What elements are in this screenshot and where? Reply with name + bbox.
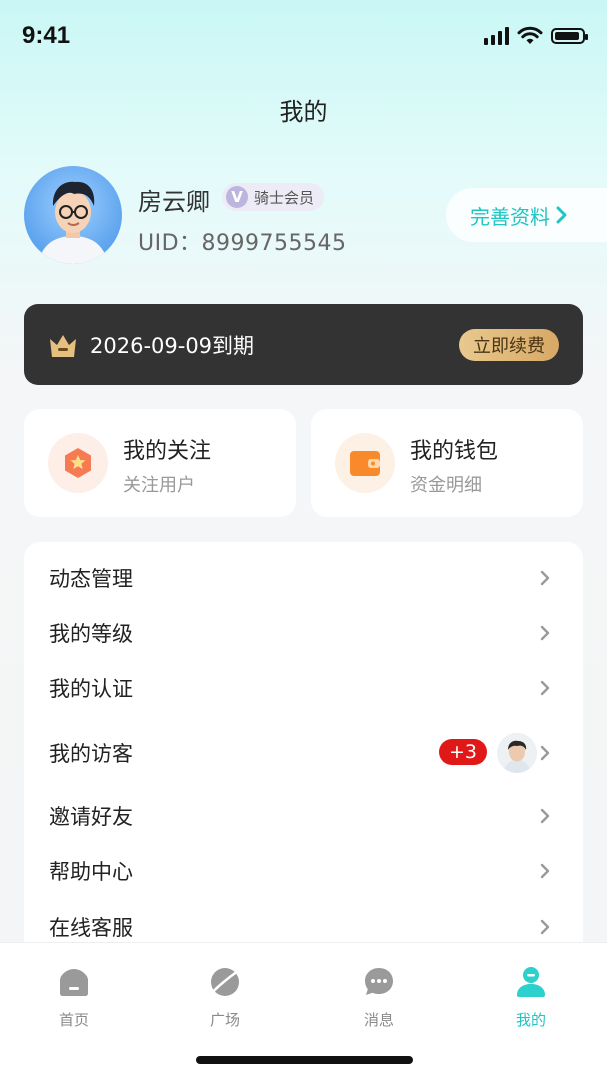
avatar-illustration [38, 181, 108, 264]
chevron-right-icon [556, 206, 567, 224]
chevron-right-icon [540, 680, 550, 696]
menu-item-label: 我的访客 [49, 742, 133, 766]
tab-label: 广场 [209, 1011, 240, 1029]
home-icon [60, 969, 88, 996]
visitor-count-badge: +3 [438, 739, 487, 765]
chevron-right-icon [540, 625, 550, 641]
vip-icon: V [226, 186, 248, 208]
avatar[interactable] [24, 166, 122, 264]
vip-badge: V 骑士会员 [222, 183, 325, 211]
username: 房云卿 [138, 188, 210, 216]
complete-profile-button[interactable]: 完善资料 [446, 188, 607, 242]
menu-item-label: 在线客服 [49, 916, 133, 940]
chevron-right-icon [540, 745, 550, 761]
user-uid: UID：8999755545 [138, 231, 347, 256]
menu-item-verification[interactable]: 我的认证 [24, 664, 583, 712]
visitor-avatar [497, 733, 537, 773]
menu-list: 动态管理 我的等级 我的认证 我的访客 +3 邀请好友 帮助中心 在线客服 [24, 542, 583, 1002]
vip-label: 骑士会员 [254, 188, 315, 207]
planet-icon [210, 968, 240, 996]
renew-button[interactable]: 立即续费 [459, 329, 559, 361]
menu-item-label: 动态管理 [49, 567, 133, 591]
menu-item-label: 我的认证 [49, 677, 133, 701]
wallet-icon [335, 433, 395, 493]
tab-square[interactable]: 广场 [185, 965, 265, 1030]
my-follows-card[interactable]: 我的关注 关注用户 [24, 409, 296, 517]
chevron-right-icon [540, 919, 550, 935]
crown-icon [50, 334, 76, 357]
menu-item-invite[interactable]: 邀请好友 [24, 792, 583, 840]
membership-expire-date: 2026-09-09到期 [90, 333, 255, 358]
signal-icon [484, 27, 509, 45]
tab-mine[interactable]: 我的 [491, 965, 571, 1030]
menu-item-posts[interactable]: 动态管理 [24, 554, 583, 602]
status-time: 9:41 [22, 22, 71, 49]
home-indicator[interactable] [196, 1056, 413, 1064]
menu-item-label: 邀请好友 [49, 805, 133, 829]
tab-messages[interactable]: 消息 [339, 965, 419, 1030]
my-follows-subtitle: 关注用户 [123, 475, 195, 496]
chevron-right-icon [540, 808, 550, 824]
status-icons [484, 26, 588, 46]
menu-item-label: 我的等级 [49, 622, 133, 646]
menu-item-help[interactable]: 帮助中心 [24, 847, 583, 895]
menu-item-level[interactable]: 我的等级 [24, 609, 583, 657]
my-wallet-subtitle: 资金明细 [410, 475, 482, 496]
membership-card[interactable]: 2026-09-09到期 立即续费 [24, 304, 583, 385]
page-title: 我的 [279, 98, 328, 126]
tab-label: 首页 [58, 1011, 89, 1029]
menu-item-label: 帮助中心 [49, 860, 133, 884]
chevron-right-icon [540, 570, 550, 586]
my-wallet-card[interactable]: 我的钱包 资金明细 [311, 409, 583, 517]
battery-icon [551, 28, 588, 44]
star-icon [48, 433, 108, 493]
message-icon [365, 968, 393, 995]
menu-item-visitors[interactable]: 我的访客 +3 [24, 729, 583, 777]
wifi-icon [517, 26, 543, 44]
status-bar: 9:41 [0, 0, 607, 76]
my-follows-title: 我的关注 [123, 439, 212, 464]
profile-screen: 9:41 我的 房云卿 V 骑士会员 UID：8999755545 完善资料 2… [0, 0, 607, 1080]
my-wallet-title: 我的钱包 [410, 439, 499, 464]
profile-icon [517, 967, 545, 997]
complete-profile-label: 完善资料 [470, 204, 550, 229]
tab-label: 我的 [515, 1011, 546, 1029]
chevron-right-icon [540, 863, 550, 879]
tab-label: 消息 [363, 1011, 394, 1029]
tab-home[interactable]: 首页 [34, 965, 114, 1030]
